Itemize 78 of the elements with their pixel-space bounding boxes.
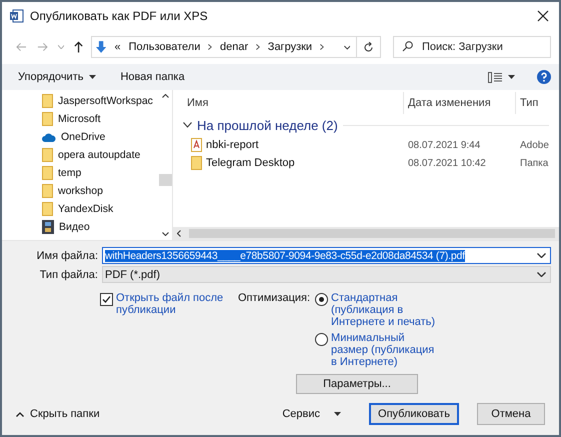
file-name[interactable]: nbki-report [206, 139, 259, 151]
file-date: 08.07.2021 9:44 [407, 140, 482, 150]
radio-button[interactable] [315, 333, 328, 346]
address-bar[interactable]: « Пользователи denar Загрузки [91, 36, 358, 58]
publish-button[interactable]: Опубликовать [369, 403, 459, 425]
field-label: Тип файла: [38, 268, 98, 280]
organize-menu[interactable]: Упорядочить [18, 71, 84, 83]
refresh-button[interactable] [357, 36, 381, 58]
file-date: 08.07.2021 10:42 [407, 158, 487, 168]
sidebar-item[interactable]: opera autoupdate [58, 149, 140, 161]
radio-label[interactable]: Стандартная (публикация в Интернете и печать) [331, 292, 442, 328]
scroll-down-icon[interactable] [162, 232, 169, 236]
options-button[interactable]: Параметры... [296, 374, 418, 394]
close-icon[interactable] [537, 10, 549, 22]
chevron-icon[interactable] [208, 43, 212, 51]
caret-icon[interactable] [89, 75, 96, 79]
breadcrumb-item[interactable]: Загрузки [268, 41, 312, 53]
folder-icon [42, 202, 53, 216]
folder-icon [42, 112, 53, 126]
sidebar-item[interactable]: OneDrive [61, 131, 106, 143]
field-label: Имя файла: [36, 250, 98, 262]
optimization-label: Оптимизация: [238, 292, 310, 306]
column-header[interactable]: Тип [515, 92, 538, 114]
file-name[interactable]: Telegram Desktop [206, 157, 295, 169]
up-arrow-icon[interactable] [74, 41, 84, 53]
overflow-chevron[interactable]: « [114, 41, 121, 53]
scroll-thumb[interactable] [159, 174, 172, 186]
dropdown-caret-icon[interactable] [537, 253, 546, 258]
chevron-icon[interactable] [320, 43, 324, 51]
tools-menu[interactable]: Сервис [282, 408, 320, 420]
horizontal-scrollbar[interactable] [173, 227, 559, 240]
sidebar-item[interactable]: JaspersoftWorkspac [58, 95, 153, 107]
download-arrow-icon [96, 39, 106, 55]
group-header[interactable]: На прошлой неделе (2) [197, 118, 338, 132]
file-type: Adobe [519, 140, 549, 150]
radio-button[interactable] [315, 293, 328, 306]
sidebar-item[interactable]: YandexDisk [58, 203, 114, 215]
column-header[interactable]: Имя [173, 92, 403, 114]
cloud-icon [42, 132, 56, 142]
new-folder-button[interactable]: Новая папка [120, 71, 185, 83]
filetype-dropdown[interactable]: PDF (*.pdf) [102, 266, 551, 283]
breadcrumb-item[interactable]: Пользователи [128, 41, 200, 53]
folder-icon [191, 156, 202, 170]
sidebar-item[interactable]: temp [58, 167, 82, 179]
folder-icon [42, 148, 53, 162]
checkbox[interactable] [100, 293, 113, 306]
window-title: Опубликовать как PDF или XPS [30, 9, 208, 23]
file-type: Папка [519, 158, 548, 168]
sidebar-item[interactable]: Видео [59, 221, 90, 233]
chevron-icon[interactable] [256, 43, 260, 51]
sidebar-item[interactable]: workshop [58, 185, 103, 197]
film-icon [42, 220, 54, 234]
breadcrumb-item[interactable]: denar [220, 41, 248, 53]
scroll-up-icon[interactable] [162, 94, 169, 98]
folder-icon [42, 184, 53, 198]
refresh-icon [363, 42, 374, 52]
dropdown-caret-icon[interactable] [344, 44, 350, 50]
hide-folders-button[interactable]: Скрыть папки [30, 408, 100, 420]
chevron-icon[interactable] [183, 122, 192, 128]
search-field[interactable]: Поиск: Загрузки [393, 36, 551, 58]
view-options-icon[interactable] [488, 72, 502, 82]
caret-icon[interactable] [334, 412, 341, 416]
word-icon [10, 9, 24, 23]
checkbox-label[interactable]: Открыть файл после публикации [116, 292, 236, 368]
cancel-button[interactable]: Отмена [477, 403, 545, 425]
folder-icon [42, 166, 53, 180]
filename-field[interactable]: withHeaders1356659443____e78b5807-9094-9e83-c55d-e2d08da84534 (7).pdf [102, 247, 551, 264]
pdf-file-icon [191, 138, 202, 152]
sidebar-item[interactable]: Microsoft [58, 113, 101, 125]
dropdown-caret-icon[interactable] [537, 272, 546, 277]
caret-icon[interactable] [508, 75, 515, 79]
scroll-left-icon[interactable] [177, 230, 181, 237]
column-header[interactable]: Дата изменения [403, 92, 515, 114]
search-icon [402, 41, 413, 52]
help-icon[interactable] [537, 70, 551, 84]
radio-label[interactable]: Минимальный размер (публикация в Интернете) [331, 332, 442, 368]
folder-icon [42, 94, 53, 108]
chevron-up-icon[interactable] [16, 412, 24, 416]
